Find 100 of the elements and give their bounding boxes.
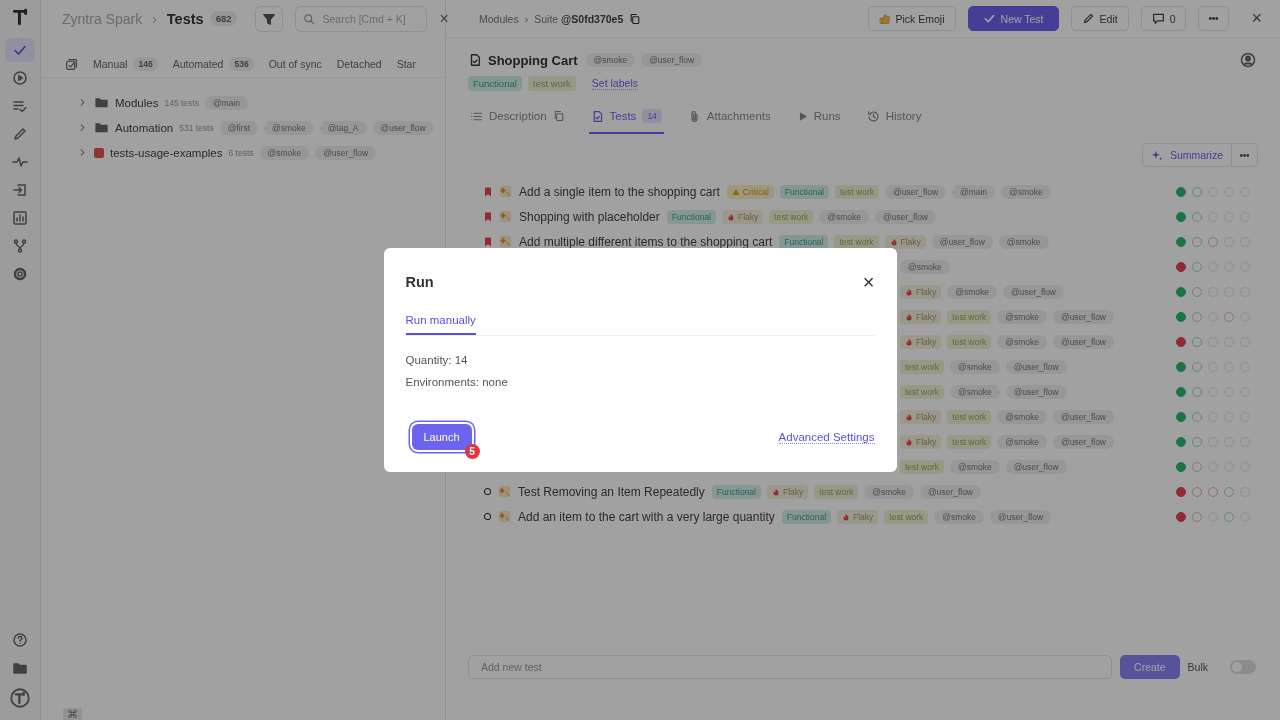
tag: @user_flow — [1005, 459, 1067, 474]
test-title[interactable]: Test Removing an Item Repeatedly — [518, 484, 705, 499]
tab[interactable]: Description — [468, 105, 567, 134]
label: test work — [900, 359, 944, 374]
sparkle-icon — [498, 510, 511, 523]
filter-tab[interactable]: Automated 536 — [172, 57, 254, 71]
close-button[interactable]: × — [862, 272, 875, 292]
label: Flaky — [884, 234, 926, 249]
tag: @first — [219, 120, 258, 135]
pick-emoji-button[interactable]: Pick Emoji — [867, 6, 956, 31]
info-text: Quantity: 14 — [405, 354, 469, 366]
play-circle-icon — [12, 70, 28, 86]
tab[interactable]: History — [864, 105, 924, 134]
tag: @user_flow — [885, 184, 947, 199]
tag: @user_flow — [990, 509, 1052, 524]
copy-icon — [552, 110, 565, 122]
test-title[interactable]: Add an item to the cart with a very large quantity — [518, 509, 775, 524]
label: test work — [769, 209, 814, 224]
shortcut-key[interactable]: ⌘ — [63, 708, 82, 720]
more-button[interactable] — [1232, 143, 1258, 167]
count-badge: 682 — [209, 11, 238, 26]
tag: @main — [952, 184, 996, 199]
label: test work — [884, 509, 929, 524]
tab[interactable]: Tests 14 — [588, 105, 664, 134]
more-button[interactable] — [1198, 6, 1230, 31]
label: test work — [900, 384, 944, 399]
filter-button[interactable] — [255, 5, 284, 32]
tag: @user_flow — [920, 484, 981, 499]
folder-icon — [94, 120, 109, 135]
label: test work — [947, 434, 992, 449]
close-button[interactable]: × — [1245, 7, 1268, 30]
flame-icon — [905, 287, 913, 296]
tree-item[interactable]: Modules — [115, 96, 159, 109]
filter-tab[interactable]: Out of sync — [268, 58, 322, 70]
tree-item[interactable]: tests-usage-examples — [110, 146, 223, 159]
comments-button[interactable]: 0 — [1140, 6, 1187, 31]
tag: @user_flow — [1005, 359, 1067, 374]
circle-icon — [482, 511, 493, 522]
advanced-settings-link[interactable]: Advanced Settings — [778, 430, 875, 444]
tag: @smoke — [997, 434, 1047, 449]
breadcrumb-item[interactable]: Modules — [479, 12, 519, 25]
test-title[interactable]: Add multiple different items to the shopping cart — [519, 234, 773, 249]
info-text: Environments: none — [405, 376, 509, 388]
tab[interactable]: Run manually — [405, 310, 476, 335]
flame-icon — [727, 212, 735, 221]
set-labels-link[interactable]: Set labels — [591, 77, 638, 90]
flame-icon — [905, 312, 913, 321]
label: test work — [834, 234, 879, 249]
filter-tab[interactable]: Detached — [336, 58, 382, 70]
label: test work — [835, 184, 879, 199]
dialog-title: Run — [405, 274, 434, 290]
sparkle-icon — [499, 185, 512, 198]
copy-icon — [629, 12, 642, 25]
comment-icon — [1151, 12, 1165, 25]
bookmark-icon — [482, 235, 494, 248]
search-icon — [303, 12, 316, 25]
filter-tab[interactable]: Manual 146 — [93, 57, 158, 71]
label: test work — [947, 309, 992, 324]
list-check-icon — [12, 98, 28, 114]
label: test work — [900, 459, 944, 474]
new-test-button[interactable]: New Test — [967, 6, 1059, 31]
label: Functional — [779, 234, 829, 249]
test-title[interactable]: Add a single item to the shopping cart — [519, 184, 720, 199]
tree-item[interactable]: Automation — [115, 121, 174, 134]
tag: @user_flow — [1053, 309, 1114, 324]
bookmark-icon — [482, 185, 494, 198]
import-icon — [12, 182, 28, 198]
test-title[interactable]: Shopping with placeholder — [519, 209, 660, 224]
tag: @smoke — [900, 259, 950, 274]
sparkle-icon — [499, 235, 512, 248]
breadcrumb-separator: › — [152, 10, 157, 27]
filter-tab[interactable]: Star — [396, 58, 416, 70]
tab[interactable]: Attachments — [685, 105, 773, 134]
tag: @smoke — [997, 409, 1047, 424]
tag: @user_flow — [931, 234, 993, 249]
tag: @smoke — [997, 309, 1047, 324]
tag: @user_flow — [1003, 284, 1064, 299]
label: Flaky — [900, 334, 942, 349]
label: Functional — [711, 484, 761, 499]
tag: @smoke — [585, 53, 636, 67]
suite-title: Shopping Cart — [488, 52, 578, 68]
label: Flaky — [767, 484, 809, 499]
create-button[interactable]: Create — [1120, 655, 1180, 679]
close-button[interactable]: × — [437, 9, 451, 28]
tab[interactable]: Runs — [794, 105, 843, 134]
new-test-field[interactable]: Add new test — [468, 655, 1113, 679]
edit-button[interactable]: Edit — [1070, 6, 1129, 31]
tag: @main — [204, 95, 249, 110]
tag: @smoke — [934, 509, 985, 524]
tag: @user_flow — [1053, 434, 1114, 449]
breadcrumb-item[interactable]: Suite @S0fd370e5 — [534, 12, 624, 25]
tag: @user_flow — [875, 209, 936, 224]
pencil-icon — [1081, 12, 1095, 25]
label: test work — [947, 409, 992, 424]
tag: @smoke — [998, 234, 1049, 249]
summarize-button[interactable]: Summarize — [1141, 143, 1232, 167]
page-title: Tests — [166, 10, 204, 27]
nav-item[interactable] — [5, 38, 35, 62]
tag: @smoke — [864, 484, 914, 499]
flame-icon — [772, 487, 780, 496]
